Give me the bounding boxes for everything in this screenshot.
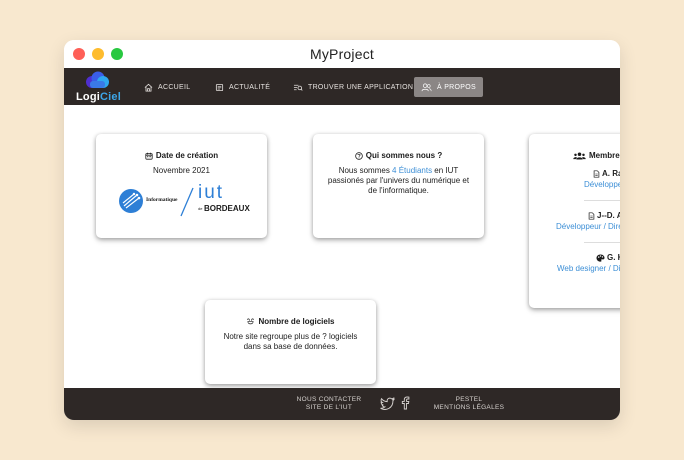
etudiants-link[interactable]: 4 Étudiants bbox=[392, 166, 432, 175]
logo-divider-slash bbox=[180, 187, 194, 217]
question-circle-icon bbox=[355, 151, 363, 160]
facebook-icon[interactable] bbox=[400, 396, 410, 410]
nav-item-label: À PROPOS bbox=[437, 83, 476, 91]
software-icon bbox=[247, 317, 255, 324]
member-1-name: A. Ra bbox=[593, 169, 620, 178]
date-creation-title: Date de création bbox=[96, 151, 267, 160]
qui-sommes-nous-title: Qui sommes nous ? bbox=[313, 151, 484, 160]
nav-item-label: ACTUALITÉ bbox=[229, 83, 271, 91]
logo-text: LogiCiel bbox=[76, 91, 121, 103]
news-icon bbox=[215, 83, 224, 91]
nav-item-label: TROUVER UNE APPLICATION bbox=[308, 83, 414, 91]
calendar-icon bbox=[145, 152, 153, 160]
nombre-logiciels-card: Nombre de logiciels Notre site regroupe … bbox=[205, 300, 376, 384]
footer-links-left: NOUS CONTACTER SITE DE L'IUT bbox=[289, 396, 369, 412]
qui-sommes-nous-card: Qui sommes nous ? Nous sommes 4 Étudiant… bbox=[313, 134, 484, 238]
site-iut-link[interactable]: SITE DE L'IUT bbox=[289, 404, 369, 412]
nous-contacter-link[interactable]: NOUS CONTACTER bbox=[289, 396, 369, 404]
member-3-role[interactable]: Web designer / Dire bbox=[557, 264, 620, 273]
iut-label: iut bbox=[198, 182, 225, 203]
date-creation-value: Novembre 2021 bbox=[153, 166, 210, 175]
membres-card: Membres A. Ra Développe J--D. A Développ… bbox=[529, 134, 620, 308]
logiciel-logo[interactable]: LogiCiel bbox=[74, 70, 121, 104]
informatique-circle-icon bbox=[119, 189, 143, 213]
app-window: MyProject LogiCiel ACCUEIL ACTUALITÉ TRO… bbox=[64, 40, 620, 420]
window-title: MyProject bbox=[309, 46, 375, 62]
document-icon bbox=[588, 211, 595, 220]
mentions-legales-link[interactable]: MENTIONS LÉGALES bbox=[429, 404, 509, 412]
palette-icon bbox=[596, 253, 605, 262]
date-creation-card: Date de création Novembre 2021 Informati… bbox=[96, 134, 267, 238]
member-2-role[interactable]: Développeur / Direc bbox=[556, 222, 620, 231]
member-3-name: G. H bbox=[596, 253, 620, 262]
qui-sommes-nous-text: Nous sommes 4 Étudiants en IUT passionés… bbox=[327, 166, 470, 195]
main-content: Date de création Novembre 2021 Informati… bbox=[64, 105, 620, 388]
member-divider bbox=[584, 242, 620, 243]
home-icon bbox=[144, 83, 153, 92]
nav-item-actualite[interactable]: ACTUALITÉ bbox=[215, 79, 270, 95]
users-icon bbox=[421, 83, 432, 91]
twitter-icon[interactable] bbox=[380, 397, 395, 410]
member-1-role[interactable]: Développe bbox=[584, 180, 620, 189]
title-bar: MyProject bbox=[64, 40, 620, 68]
de-label: de bbox=[198, 206, 203, 211]
nav-item-trouver-application[interactable]: TROUVER UNE APPLICATION bbox=[293, 79, 413, 95]
nav-item-accueil[interactable]: ACCUEIL bbox=[144, 79, 190, 95]
cloud-logo-icon bbox=[86, 71, 109, 88]
navbar: LogiCiel ACCUEIL ACTUALITÉ TROUVER UNE A… bbox=[64, 68, 620, 105]
nav-item-a-propos[interactable]: À PROPOS bbox=[414, 77, 483, 97]
document-icon bbox=[593, 169, 600, 178]
footer-links-right: PESTEL MENTIONS LÉGALES bbox=[429, 396, 509, 412]
iut-bordeaux-logo: Informatique iut de BORDEAUX bbox=[118, 182, 250, 217]
member-divider bbox=[584, 200, 620, 201]
nombre-logiciels-text: Notre site regroupe plus de ? logiciels … bbox=[223, 332, 358, 351]
informatique-label: Informatique bbox=[146, 197, 178, 203]
pestel-link[interactable]: PESTEL bbox=[429, 396, 509, 404]
membres-title: Membres bbox=[573, 151, 620, 160]
member-2-name: J--D. A bbox=[588, 211, 620, 220]
users-group-icon bbox=[573, 151, 586, 160]
bordeaux-label: BORDEAUX bbox=[204, 204, 250, 213]
nav-item-label: ACCUEIL bbox=[158, 83, 191, 91]
search-list-icon bbox=[293, 84, 303, 91]
footer: NOUS CONTACTER SITE DE L'IUT PESTEL MENT… bbox=[64, 388, 620, 420]
nombre-logiciels-title: Nombre de logiciels bbox=[205, 317, 376, 326]
